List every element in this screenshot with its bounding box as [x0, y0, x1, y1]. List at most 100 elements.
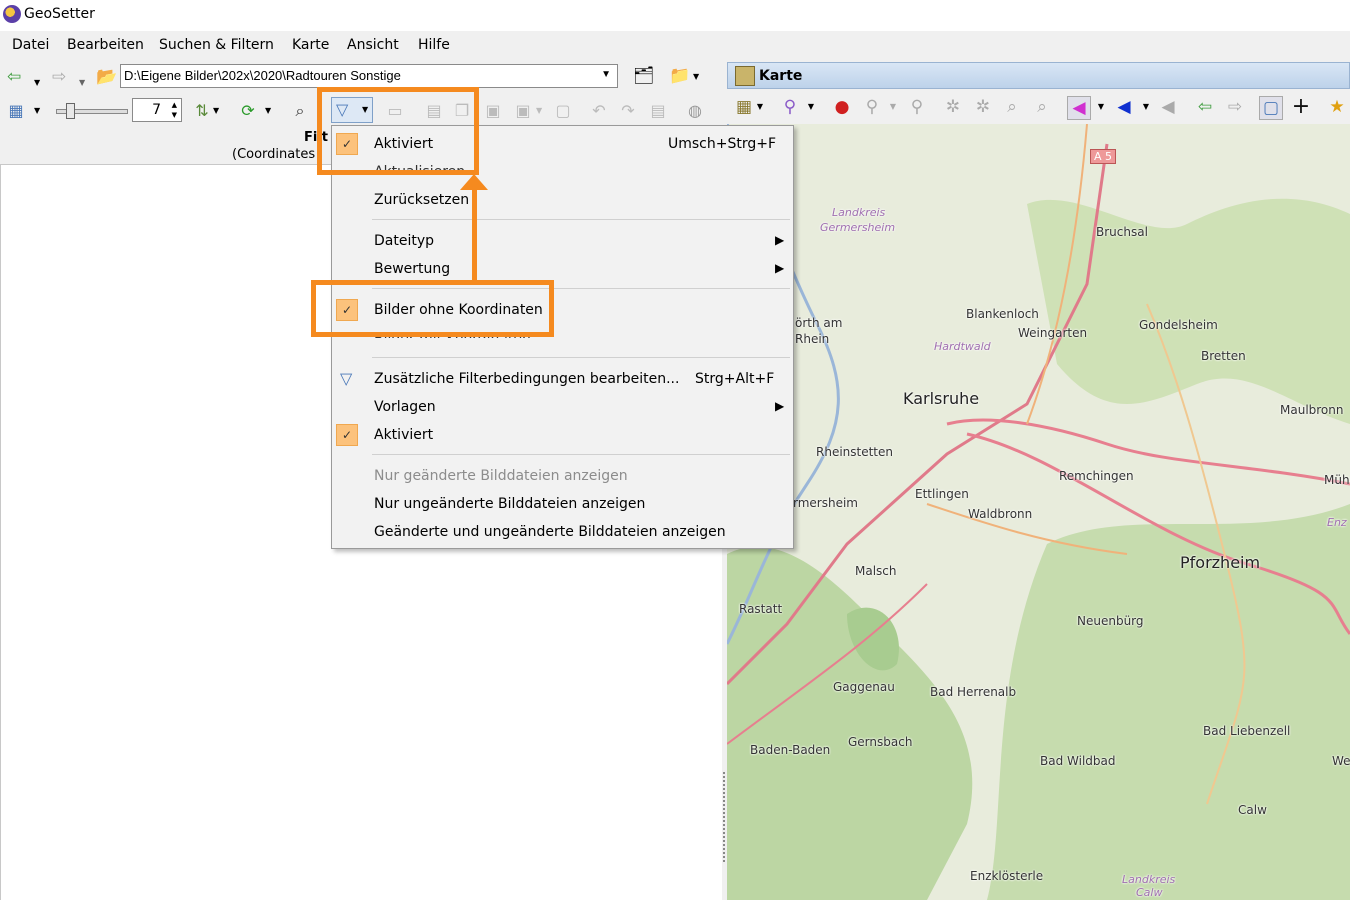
menu-item-aktiviert-erweitert[interactable]: ✓ Aktiviert [332, 421, 793, 449]
map-label: Baden-Baden [750, 743, 831, 757]
menu-ansicht[interactable]: Ansicht [347, 37, 399, 53]
menu-item-geaenderte-und-ungeaenderte[interactable]: Geänderte und ungeänderte Bilddateien an… [332, 518, 793, 546]
path-input[interactable]: D:\Eigene Bilder\202x\2020\Radtouren Son… [120, 64, 618, 88]
marker-dropdown-icon[interactable]: ▼ [800, 96, 822, 118]
red-pin-icon[interactable]: ● [831, 96, 853, 118]
map-label: Gaggenau [833, 680, 895, 694]
map-label: Pforzheim [1180, 553, 1261, 572]
sort-dropdown-icon[interactable]: ▼ [213, 106, 219, 115]
map-back-icon[interactable]: ⇦ [1194, 96, 1216, 118]
menu-item-dateityp[interactable]: Dateityp ▶ [332, 227, 793, 255]
window-title: GeoSetter [24, 6, 95, 22]
map-label: örth am [795, 316, 843, 330]
spinner-up-icon[interactable]: ▲ [172, 101, 177, 109]
menu-hilfe[interactable]: Hilfe [418, 37, 450, 53]
menu-datei[interactable]: Datei [12, 37, 49, 53]
tooltip-icon[interactable]: ▢ [1259, 96, 1283, 120]
map-label: Karlsruhe [903, 389, 980, 408]
map-label: Bad Herrenalb [930, 685, 1017, 699]
paste-special-icon: ▣ [515, 101, 531, 120]
menu-bearbeiten[interactable]: Bearbeiten [67, 37, 144, 53]
map-label: A 5 [1090, 149, 1117, 164]
map-label: Müh [1324, 473, 1350, 487]
folder-browse-icon[interactable]: 🗂 [633, 66, 655, 86]
folder-favorites-icon[interactable]: 📁 [669, 66, 690, 86]
map-forward-icon: ⇨ [1227, 97, 1243, 117]
highlight-arrow-line [472, 186, 477, 282]
menu-separator [372, 357, 790, 358]
map-label: Maulbronn [1280, 403, 1344, 417]
submenu-arrow-icon: ▶ [775, 399, 785, 413]
checkmark-icon: ✓ [336, 424, 358, 446]
magenta-dropdown-icon[interactable]: ▼ [1090, 96, 1112, 118]
map-label: Weingarten [1018, 326, 1088, 340]
map-label: Bruchsal [1096, 225, 1148, 239]
map-label: Waldbronn [968, 507, 1033, 521]
menu-suchen-filtern[interactable]: Suchen & Filtern [159, 37, 274, 53]
map-label: Blankenloch [966, 307, 1039, 321]
binoculars-icon[interactable]: ⌕ [290, 101, 310, 121]
blue-marker-icon[interactable]: ◀ [1113, 96, 1135, 118]
back-arrow-icon[interactable]: ⇦ [7, 69, 21, 86]
menu-karte[interactable]: Karte [292, 37, 329, 53]
menu-item-nur-ungeaenderte[interactable]: Nur ungeänderte Bilddateien anzeigen [332, 490, 793, 518]
map-label: Enzklösterle [970, 869, 1044, 883]
funnel-icon: ▽ [340, 369, 353, 388]
map-label: Gernsbach [848, 735, 913, 749]
map-background [727, 124, 1350, 900]
view-grid-icon[interactable]: ▦ [6, 101, 26, 121]
map-label: Ettlingen [915, 487, 969, 501]
forward-arrow-icon[interactable]: ⇨ [52, 69, 66, 86]
submenu-arrow-icon: ▶ [775, 261, 785, 275]
redo-icon: ↷ [621, 101, 635, 120]
menu-separator [372, 454, 790, 455]
zoom-in-icon: ⌕ [1007, 97, 1017, 117]
path-dropdown-icon[interactable]: ▼ [601, 69, 611, 80]
highlight-box-filter-button [317, 87, 479, 175]
gray-marker-icon: ◀ [1161, 97, 1175, 117]
menu-separator [372, 219, 790, 220]
spinner-down-icon[interactable]: ▼ [172, 111, 177, 119]
map-label: Malsch [855, 564, 897, 578]
plus-icon[interactable]: + [1290, 96, 1312, 118]
highlight-arrow-head-icon [460, 174, 488, 190]
folder-up-icon[interactable]: 📂 [96, 69, 117, 86]
map-label: Rhein [795, 332, 830, 346]
menu-item-bewertung[interactable]: Bewertung ▶ [332, 255, 793, 283]
map-panel-header: Karte [727, 62, 1350, 89]
filter-header-subtitle: (Coordinates [232, 147, 316, 162]
menu-item-zuruecksetzen[interactable]: Zurücksetzen [332, 186, 793, 214]
map-label: Bad Wildbad [1040, 754, 1116, 768]
map-label: Landkreis [1122, 873, 1176, 886]
view-dropdown-icon[interactable]: ▼ [34, 106, 40, 115]
map-label: Germersheim [820, 221, 896, 234]
magenta-marker-icon[interactable]: ◀ [1067, 96, 1091, 120]
map-label: Gondelsheim [1139, 318, 1218, 332]
cluster-remove-icon: ✲ [975, 97, 991, 117]
refresh-dropdown-icon[interactable]: ▼ [265, 106, 271, 115]
paste-dropdown-icon: ▼ [536, 106, 543, 115]
thumbnail-size-slider[interactable] [56, 103, 128, 119]
path-text: D:\Eigene Bilder\202x\2020\Radtouren Son… [124, 68, 401, 83]
blue-dropdown-icon[interactable]: ▼ [1135, 96, 1157, 118]
map-label: Landkreis [832, 206, 886, 219]
geosetter-globe-icon [3, 5, 21, 23]
favorite-star-icon[interactable]: ★ [1326, 96, 1348, 118]
map-view[interactable]: A 5 Landkreis Germersheim Bruchsal Blank… [727, 124, 1350, 900]
slider-thumb[interactable] [66, 103, 75, 119]
map-label: Bretten [1201, 349, 1246, 363]
spinner-value: 7 [152, 102, 161, 118]
sort-icon[interactable]: ⇅ [192, 101, 212, 121]
back-dropdown-icon[interactable]: ▼ [34, 74, 40, 91]
map-type-dropdown-icon[interactable]: ▼ [749, 96, 771, 118]
paste-icon: ▣ [485, 101, 501, 120]
thumbnail-size-spinner[interactable]: 7 ▲ ▼ [132, 98, 182, 122]
refresh-icon[interactable]: ⟳ [238, 101, 258, 121]
position-marker-icon[interactable]: ⚲ [779, 96, 801, 118]
forward-dropdown-icon[interactable]: ▼ [79, 74, 85, 91]
map-panel-title: Karte [759, 68, 803, 84]
menu-item-vorlagen[interactable]: Vorlagen ▶ [332, 393, 793, 421]
menu-item-zusaetzliche-filterbedingungen[interactable]: ▽ Zusätzliche Filterbedingungen bearbeit… [332, 365, 793, 393]
menu-bar: Datei Bearbeiten Suchen & Filtern Karte … [0, 31, 1350, 61]
favorites-dropdown-icon[interactable]: ▼ [693, 72, 699, 81]
